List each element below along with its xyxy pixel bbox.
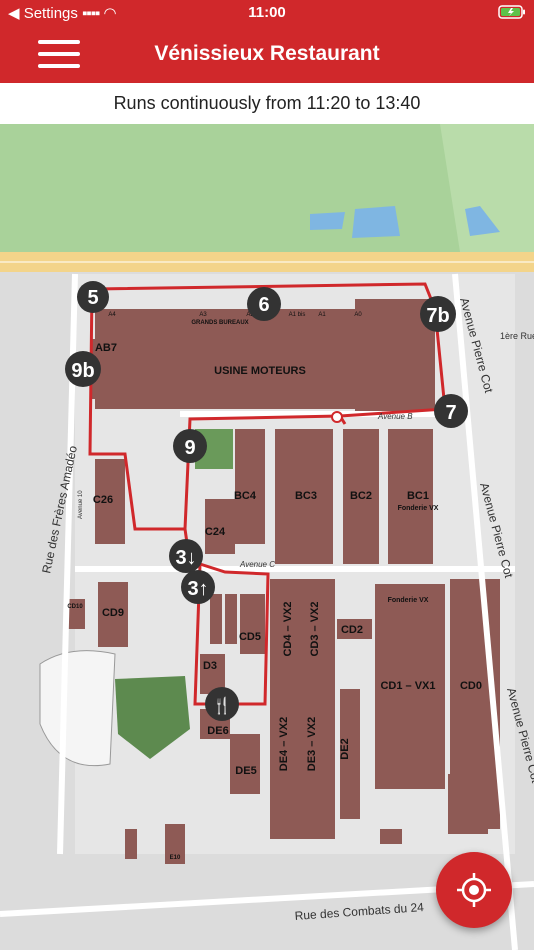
svg-text:DE4 – VX2: DE4 – VX2 [278,717,290,771]
svg-text:CD3 – VX2: CD3 – VX2 [309,601,321,656]
crosshair-icon [457,873,491,907]
locate-me-button[interactable] [436,852,512,928]
svg-text:5: 5 [87,287,98,309]
svg-text:CD2: CD2 [341,624,363,636]
svg-text:AB7: AB7 [95,342,117,354]
svg-text:C26: C26 [93,494,113,506]
svg-text:6: 6 [258,294,269,316]
svg-text:7b: 7b [426,305,449,327]
svg-text:A1 bis: A1 bis [289,312,306,318]
svg-text:BC3: BC3 [295,490,317,502]
svg-text:E10: E10 [170,855,181,861]
svg-text:CD1 – VX1: CD1 – VX1 [380,680,435,692]
restaurant-icon: 🍴 [212,696,232,715]
svg-text:9b: 9b [71,360,94,382]
svg-text:Avenue C: Avenue C [239,560,275,569]
svg-text:A0: A0 [354,312,362,318]
status-time: 11:00 [248,4,286,21]
svg-text:GRANDS BUREAUX: GRANDS BUREAUX [191,320,248,326]
svg-text:Fonderie VX: Fonderie VX [388,597,429,604]
svg-text:7: 7 [445,402,456,424]
svg-text:3↓: 3↓ [175,547,196,569]
svg-text:Fonderie VX: Fonderie VX [398,505,439,512]
svg-text:1ère Rue: 1ère Rue [500,331,534,341]
svg-text:D3: D3 [203,660,217,672]
svg-text:CD9: CD9 [102,607,124,619]
battery-icon [498,5,526,23]
status-bar: ◀ Settings ▪▪▪▪ ◠ 11:00 [0,0,534,26]
svg-text:Avenue 10: Avenue 10 [78,490,84,519]
svg-text:DE2: DE2 [339,738,351,759]
svg-text:CD4 – VX2: CD4 – VX2 [282,601,294,656]
nav-bar: Vénissieux Restaurant [0,26,534,83]
svg-text:BC1: BC1 [407,490,429,502]
svg-text:A3: A3 [199,312,207,318]
svg-text:DE5: DE5 [235,765,256,777]
svg-text:A1: A1 [318,312,326,318]
svg-text:BC4: BC4 [234,490,257,502]
svg-text:BC2: BC2 [350,490,372,502]
svg-text:9: 9 [184,437,195,459]
svg-text:C24: C24 [205,526,226,538]
svg-text:DE3 – VX2: DE3 – VX2 [306,717,318,771]
svg-text:CD5: CD5 [239,631,261,643]
svg-text:CD10: CD10 [67,604,83,610]
svg-text:Avenue B: Avenue B [377,412,413,421]
schedule-banner: Runs continuously from 11:20 to 13:40 [0,83,534,125]
svg-text:3↑: 3↑ [187,578,208,600]
page-title: Vénissieux Restaurant [154,42,380,65]
label-usine-moteurs: USINE MOTEURS [214,365,306,377]
pond [352,206,400,238]
svg-text:A4: A4 [108,312,116,318]
site-map[interactable]: USINE MOTEURS GRANDS BUREAUX AB7 BC4 BC3… [0,124,534,950]
svg-text:DE6: DE6 [207,725,228,737]
svg-text:CD0: CD0 [460,680,482,692]
